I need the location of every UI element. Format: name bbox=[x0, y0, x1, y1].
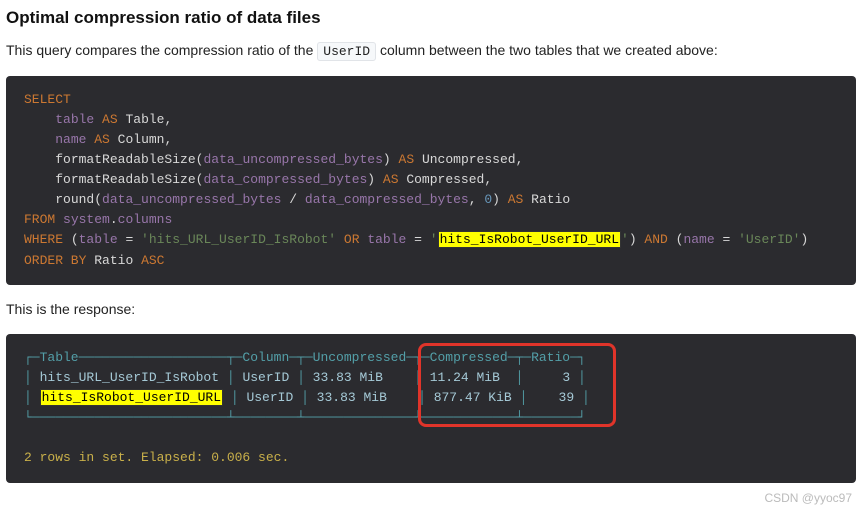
out-r1c5: 3 bbox=[562, 370, 570, 385]
id-table2: table bbox=[79, 232, 118, 247]
kw-as1: AS bbox=[102, 112, 118, 127]
alias-column: Column bbox=[118, 132, 165, 147]
out-border-bot: └─────────────────────────┴────────┴────… bbox=[24, 410, 586, 425]
inline-code-userid: UserID bbox=[317, 42, 376, 61]
id-table3: table bbox=[367, 232, 406, 247]
id-table: table bbox=[55, 112, 94, 127]
out-border-top: ┌─Table───────────────────┬─Column─┬─Unc… bbox=[24, 350, 586, 365]
lit-zero: 0 bbox=[484, 192, 492, 207]
out-r1c1: hits_URL_UserID_IsRobot bbox=[40, 370, 219, 385]
alias-unc: Uncompressed bbox=[422, 152, 516, 167]
out-r2c4: 877.47 KiB bbox=[434, 390, 512, 405]
out-summary: 2 rows in set. Elapsed: 0.006 sec. bbox=[24, 450, 289, 465]
str-t2-open: ' bbox=[430, 232, 438, 247]
id-columns: columns bbox=[118, 212, 173, 227]
arg-unc: data_uncompressed_bytes bbox=[203, 152, 382, 167]
kw-or: OR bbox=[344, 232, 360, 247]
kw-as4: AS bbox=[383, 172, 399, 187]
str-t1: 'hits_URL_UserID_IsRobot' bbox=[141, 232, 336, 247]
kw-as3: AS bbox=[399, 152, 415, 167]
id-system: system bbox=[63, 212, 110, 227]
alias-ratio: Ratio bbox=[531, 192, 570, 207]
sql-code-block: SELECT table AS Table, name AS Column, f… bbox=[6, 76, 856, 285]
id-ratio: Ratio bbox=[94, 253, 133, 268]
kw-as5: AS bbox=[508, 192, 524, 207]
kw-where: WHERE bbox=[24, 232, 63, 247]
kw-from: FROM bbox=[24, 212, 55, 227]
out-r2c2: UserID bbox=[246, 390, 293, 405]
fn-frs2: formatReadableSize bbox=[55, 172, 195, 187]
out-r1c2: UserID bbox=[242, 370, 289, 385]
highlighted-tablename: hits_IsRobot_UserID_URL bbox=[438, 231, 621, 248]
arg-cmp: data_compressed_bytes bbox=[203, 172, 367, 187]
intro-paragraph: This query compares the compression rati… bbox=[6, 40, 856, 62]
out-r1c3: 33.83 MiB bbox=[313, 370, 383, 385]
watermark: CSDN @yyoc97 bbox=[6, 491, 856, 505]
out-r1c4: 11.24 MiB bbox=[430, 370, 500, 385]
response-label: This is the response: bbox=[6, 299, 856, 320]
alias-table: Table bbox=[125, 112, 164, 127]
kw-asc: ASC bbox=[141, 253, 164, 268]
intro-text-a: This query compares the compression rati… bbox=[6, 42, 317, 58]
arg-unc2: data_uncompressed_bytes bbox=[102, 192, 281, 207]
out-r2c1-hl: hits_IsRobot_UserID_URL bbox=[40, 389, 223, 406]
kw-orderby: ORDER BY bbox=[24, 253, 86, 268]
fn-frs1: formatReadableSize bbox=[55, 152, 195, 167]
fn-round: round bbox=[55, 192, 94, 207]
op-div: / bbox=[281, 192, 304, 207]
output-block: ┌─Table───────────────────┬─Column─┬─Unc… bbox=[6, 334, 856, 483]
id-name: name bbox=[55, 132, 86, 147]
str-t2-close: ' bbox=[621, 232, 629, 247]
str-userid: 'UserID' bbox=[738, 232, 800, 247]
arg-cmp2: data_compressed_bytes bbox=[305, 192, 469, 207]
kw-and: AND bbox=[644, 232, 667, 247]
kw-as2: AS bbox=[94, 132, 110, 147]
id-name2: name bbox=[683, 232, 714, 247]
out-r2c3: 33.83 MiB bbox=[317, 390, 387, 405]
kw-select: SELECT bbox=[24, 92, 71, 107]
output-wrapper: ┌─Table───────────────────┬─Column─┬─Unc… bbox=[6, 334, 856, 483]
section-heading: Optimal compression ratio of data files bbox=[6, 8, 856, 28]
intro-text-b: column between the two tables that we cr… bbox=[376, 42, 718, 58]
out-r2c5: 39 bbox=[559, 390, 575, 405]
alias-cmp: Compressed bbox=[406, 172, 484, 187]
